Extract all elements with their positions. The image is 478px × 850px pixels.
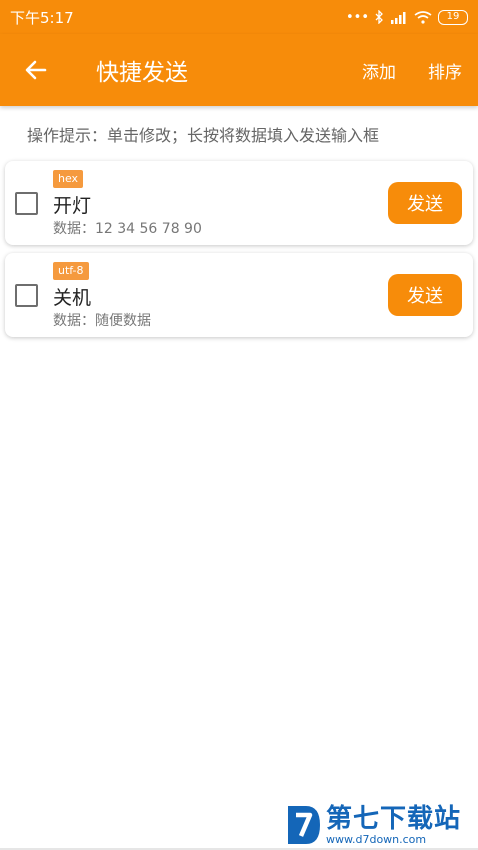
arrow-left-icon bbox=[25, 60, 47, 80]
item-name: 开灯 bbox=[53, 195, 92, 217]
sort-button[interactable]: 排序 bbox=[412, 34, 478, 106]
status-time: 下午5:17 bbox=[10, 8, 74, 27]
item-checkbox[interactable] bbox=[15, 192, 38, 215]
encoding-badge: hex bbox=[53, 170, 84, 188]
send-button[interactable]: 发送 bbox=[388, 274, 462, 316]
item-data: 数据：12 34 56 78 90 bbox=[53, 221, 202, 237]
wifi-icon bbox=[414, 10, 432, 24]
status-icons: ••• 19 bbox=[345, 9, 468, 25]
battery-icon: 19 bbox=[438, 9, 468, 25]
encoding-badge: utf-8 bbox=[53, 262, 89, 280]
app-bar: 快捷发送 添加 排序 bbox=[0, 34, 478, 106]
watermark-url: www.d7down.com bbox=[326, 833, 427, 846]
item-name: 关机 bbox=[53, 287, 92, 309]
bluetooth-icon bbox=[375, 10, 383, 24]
signal-icon bbox=[391, 11, 406, 24]
item-data: 数据：随便数据 bbox=[53, 313, 151, 329]
back-button[interactable] bbox=[0, 34, 72, 106]
more-dots-icon: ••• bbox=[345, 9, 369, 25]
quick-send-item[interactable]: hex 开灯 数据：12 34 56 78 90 发送 bbox=[5, 161, 473, 245]
quick-send-item[interactable]: utf-8 关机 数据：随便数据 发送 bbox=[5, 253, 473, 337]
item-checkbox[interactable] bbox=[15, 284, 38, 307]
status-bar: 下午5:17 ••• 19 bbox=[0, 0, 478, 34]
add-button[interactable]: 添加 bbox=[346, 34, 412, 106]
watermark-title: 第七下载站 bbox=[326, 804, 462, 834]
operation-hint: 操作提示：单击修改；长按将数据填入发送输入框 bbox=[27, 126, 380, 145]
d7-logo-icon bbox=[288, 806, 320, 844]
watermark: 第七下载站 www.d7down.com bbox=[282, 800, 478, 850]
page-title: 快捷发送 bbox=[96, 60, 188, 86]
send-button[interactable]: 发送 bbox=[388, 182, 462, 224]
watermark-text: 第七下载站 www.d7down.com bbox=[326, 804, 461, 846]
